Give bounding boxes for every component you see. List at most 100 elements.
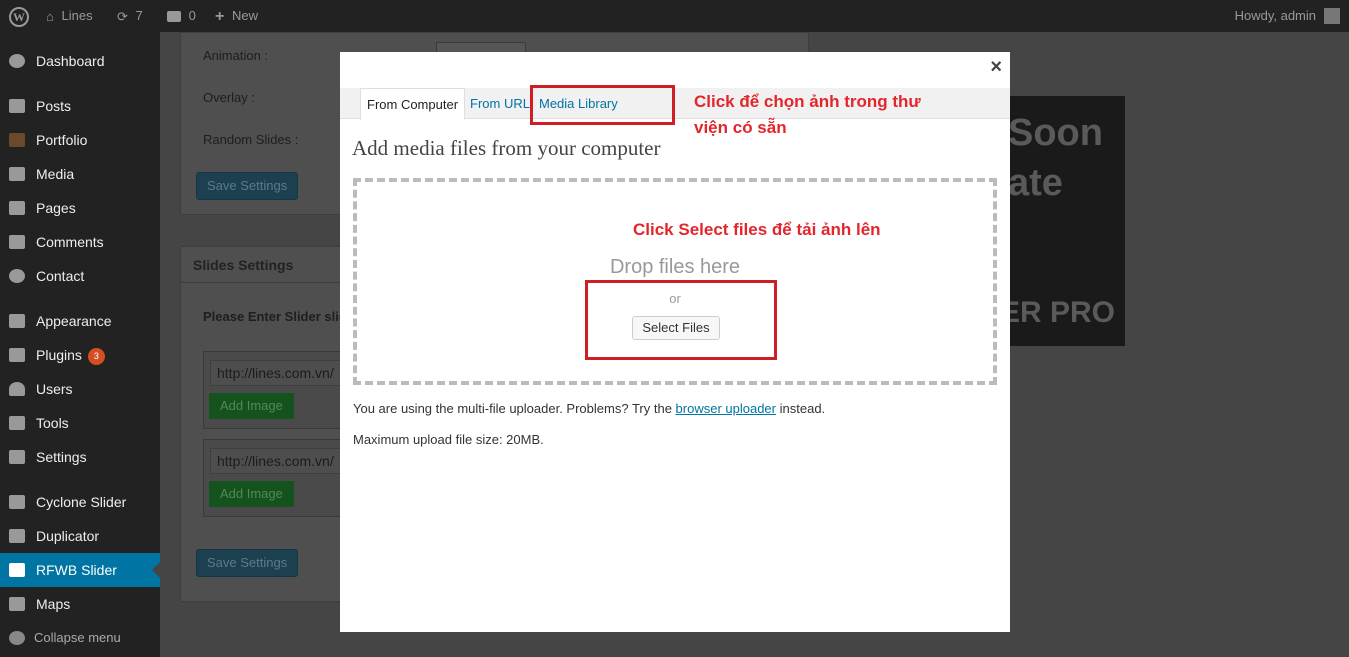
- drop-files-text: Drop files here: [609, 256, 741, 278]
- refresh-icon: ⟳: [117, 8, 128, 24]
- save-settings-button[interactable]: Save Settings: [196, 172, 299, 200]
- sidebar-item-posts[interactable]: Posts: [0, 89, 160, 123]
- sidebar-item-label: Portfolio: [36, 132, 88, 148]
- wordpress-logo-button[interactable]: W: [9, 0, 29, 32]
- sidebar-item-label: Comments: [36, 234, 104, 250]
- comments-count: 0: [188, 8, 196, 23]
- plug-icon: [9, 348, 25, 362]
- dashboard-icon: [9, 54, 25, 68]
- preview-text: ER PRO: [1000, 296, 1116, 329]
- media-library-highlight-box: [530, 85, 675, 125]
- new-label: New: [231, 8, 258, 23]
- slider-icon: [9, 495, 25, 509]
- add-image-button[interactable]: Add Image: [209, 393, 294, 419]
- collapse-menu-button[interactable]: Collapse menu: [0, 621, 160, 655]
- sidebar-item-label: Users: [36, 381, 73, 397]
- sidebar-item-label: Media: [36, 166, 75, 182]
- wordpress-logo-icon: W: [9, 6, 29, 27]
- briefcase-icon: [9, 133, 25, 147]
- slide-item: http://lines.com.vn/ Add Image: [203, 439, 363, 517]
- settings-icon: [9, 450, 25, 464]
- sidebar-item-cyclone-slider[interactable]: Cyclone Slider: [0, 485, 160, 519]
- admin-sidebar: Dashboard Posts Portfolio Media Pages Co…: [0, 32, 160, 657]
- duplicator-icon: [9, 529, 25, 543]
- rfwb-slider-icon: [9, 563, 25, 577]
- random-slides-label: Random Slides :: [203, 132, 299, 147]
- close-icon[interactable]: ×: [990, 56, 1002, 79]
- brush-icon: [9, 314, 25, 328]
- updates-count: 7: [135, 8, 143, 23]
- admin-bar: W ⌂ Lines ⟳ 7 0 + New Howdy, admin: [0, 0, 1349, 32]
- howdy-label: Howdy, admin: [1234, 8, 1316, 23]
- howdy-account-link[interactable]: Howdy, admin: [1235, 0, 1316, 32]
- wrench-icon: [9, 416, 25, 430]
- sidebar-item-label: Pages: [36, 200, 76, 216]
- select-files-annotation: Click Select files để tải ảnh lên: [633, 220, 881, 239]
- sidebar-item-maps[interactable]: Maps: [0, 587, 160, 621]
- sidebar-item-appearance[interactable]: Appearance: [0, 304, 160, 338]
- comment-bubble-icon: [167, 11, 181, 23]
- media-icon: [9, 167, 25, 181]
- sidebar-item-label: Posts: [36, 98, 72, 114]
- slide-item: http://lines.com.vn/ Add Image: [203, 351, 363, 429]
- slider-preview-image: Soon ate ER PRO: [1000, 96, 1125, 346]
- pin-icon: [9, 99, 25, 113]
- plugins-update-badge: 3: [87, 347, 105, 365]
- enter-slider-label: Please Enter Slider slid: [203, 309, 347, 324]
- collapse-icon: [9, 631, 25, 645]
- sidebar-item-label: Settings: [36, 449, 87, 465]
- sidebar-item-label: Tools: [36, 415, 69, 431]
- sidebar-item-label: Appearance: [36, 313, 112, 329]
- sidebar-item-label: Maps: [36, 596, 71, 612]
- tab-from-url[interactable]: From URL: [464, 88, 536, 120]
- select-files-highlight-box: [585, 280, 777, 360]
- sidebar-item-pages[interactable]: Pages: [0, 191, 160, 225]
- site-name-link[interactable]: ⌂ Lines: [46, 0, 93, 32]
- animation-label: Animation :: [203, 48, 269, 63]
- sidebar-item-tools[interactable]: Tools: [0, 406, 160, 440]
- user-icon: [9, 382, 25, 396]
- sidebar-item-dashboard[interactable]: Dashboard: [0, 44, 160, 78]
- sidebar-item-duplicator[interactable]: Duplicator: [0, 519, 160, 553]
- sidebar-item-label: Duplicator: [36, 528, 100, 544]
- sidebar-item-label: Collapse menu: [34, 630, 121, 645]
- preview-text: ate: [1008, 162, 1063, 204]
- preview-text: Soon: [1008, 112, 1103, 154]
- new-content-link[interactable]: + New: [215, 0, 258, 32]
- tab-from-computer[interactable]: From Computer: [360, 88, 466, 120]
- sidebar-item-label: Plugins: [36, 347, 82, 363]
- multi-uploader-note: You are using the multi-file uploader. P…: [353, 401, 825, 416]
- sidebar-item-label-wrap: Plugins 3: [36, 338, 105, 372]
- sidebar-item-label: Dashboard: [36, 53, 105, 69]
- pages-icon: [9, 201, 25, 215]
- media-library-annotation: Click để chọn ảnh trong thư viện có sẵn: [694, 92, 921, 137]
- sidebar-item-portfolio[interactable]: Portfolio: [0, 123, 160, 157]
- sidebar-item-settings[interactable]: Settings: [0, 440, 160, 474]
- sidebar-item-media[interactable]: Media: [0, 157, 160, 191]
- multi-uploader-suffix: instead.: [779, 401, 826, 416]
- comments-link[interactable]: 0: [167, 0, 196, 32]
- map-icon: [9, 597, 25, 611]
- avatar[interactable]: [1324, 8, 1340, 24]
- dialog-title: Add media files from your computer: [352, 136, 661, 160]
- max-upload-size: Maximum upload file size: 20MB.: [353, 432, 544, 447]
- sidebar-item-label: RFWB Slider: [36, 562, 117, 578]
- browser-uploader-link[interactable]: browser uploader: [676, 401, 776, 416]
- sidebar-item-label: Cyclone Slider: [36, 494, 127, 510]
- multi-uploader-prefix: You are using the multi-file uploader. P…: [353, 401, 672, 416]
- sidebar-item-rfwb-slider[interactable]: RFWB Slider: [0, 553, 160, 587]
- sidebar-item-comments[interactable]: Comments: [0, 225, 160, 259]
- plus-icon: +: [215, 7, 225, 25]
- sidebar-item-contact[interactable]: Contact: [0, 259, 160, 293]
- overlay-label: Overlay :: [203, 90, 256, 105]
- home-icon: ⌂: [46, 8, 54, 24]
- gear-icon: [9, 269, 25, 283]
- sidebar-item-label: Contact: [36, 268, 85, 284]
- site-name-label: Lines: [61, 8, 93, 23]
- updates-link[interactable]: ⟳ 7: [117, 0, 143, 32]
- comment-icon: [9, 235, 25, 249]
- sidebar-item-users[interactable]: Users: [0, 372, 160, 406]
- add-image-button[interactable]: Add Image: [209, 481, 294, 507]
- save-settings-button[interactable]: Save Settings: [196, 549, 299, 577]
- sidebar-item-plugins[interactable]: Plugins 3: [0, 338, 160, 372]
